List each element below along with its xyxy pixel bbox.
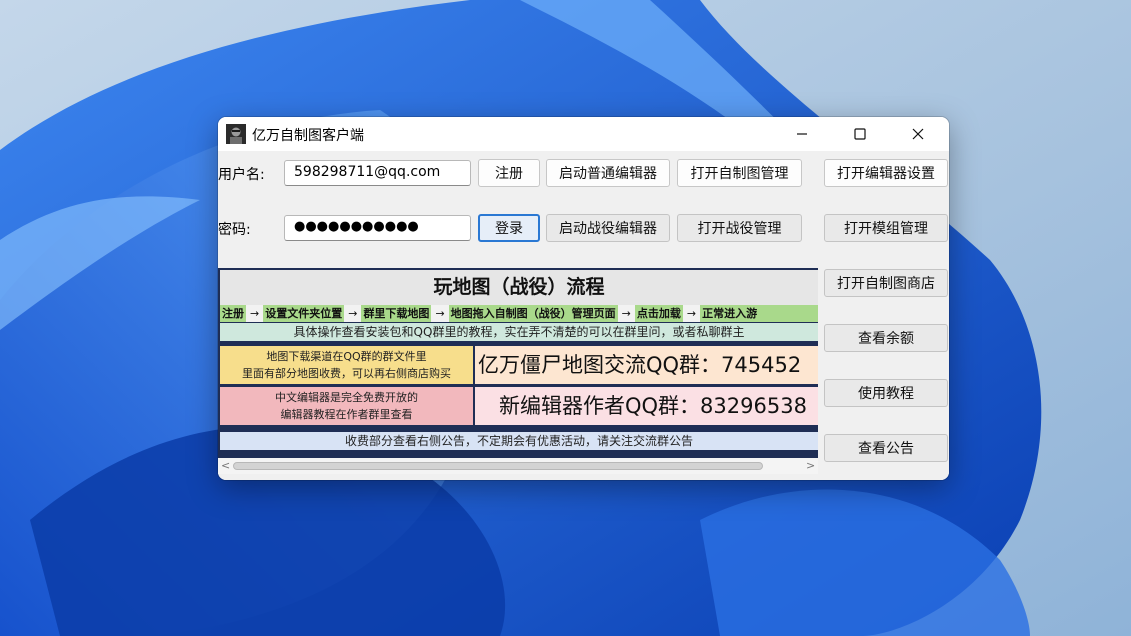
step-arrow: → [344, 305, 362, 322]
minimize-icon [797, 133, 807, 135]
scroll-right-icon[interactable]: > [806, 459, 815, 472]
password-label: 密码: [218, 222, 251, 238]
editor-note-line1: 中文编辑器是完全免费开放的 [275, 391, 418, 404]
download-note-line1: 地图下载渠道在QQ群的群文件里 [266, 350, 427, 363]
scrollbar-thumb[interactable] [233, 462, 763, 470]
close-icon [912, 128, 924, 140]
maximize-button[interactable] [837, 117, 883, 151]
banner-footer: 收费部分查看右侧公告，不定期会有优惠活动，请关注交流群公告 [220, 432, 818, 450]
step-arrow: → [617, 305, 635, 322]
minimize-button[interactable] [779, 117, 825, 151]
qq-group-map: 亿万僵尸地图交流QQ群：745452 [475, 346, 818, 384]
step-arrow: → [682, 305, 701, 322]
open-mod-manager-button[interactable]: 打开模组管理 [824, 214, 948, 242]
app-icon [226, 124, 246, 144]
qq-group-editor: 新编辑器作者QQ群：83296538 [475, 387, 818, 425]
password-input[interactable]: ●●●●●●●●●●● [284, 215, 471, 241]
step-4: 地图拖入自制图（战役）管理页面 [450, 307, 616, 320]
editor-note-line2: 编辑器教程在作者群里查看 [280, 408, 413, 421]
banner-help-text: 具体操作查看安装包和QQ群里的教程，实在弄不清楚的可以在群里问，或者私聊群主 [220, 323, 818, 341]
banner-steps: 注册 → 设置文件夹位置 → 群里下载地图 → 地图拖入自制图（战役）管理页面 → 点击加载 → 正… [220, 305, 818, 322]
step-6: 正常进入游 [702, 307, 758, 320]
editor-note: 中文编辑器是完全免费开放的 编辑器教程在作者群里查看 [220, 387, 473, 425]
app-window: 亿万自制图客户端 用户名: 598298711@qq.com 注册 启动普通编辑… [218, 117, 949, 480]
step-5: 点击加载 [636, 307, 681, 320]
open-editor-settings-button[interactable]: 打开编辑器设置 [824, 159, 948, 187]
step-arrow: → [431, 305, 449, 322]
login-button[interactable]: 登录 [478, 214, 540, 242]
step-1: 注册 [222, 307, 244, 320]
client-area: 用户名: 598298711@qq.com 注册 启动普通编辑器 打开自制图管理… [218, 151, 949, 480]
start-campaign-editor-button[interactable]: 启动战役编辑器 [546, 214, 670, 242]
open-campaign-manager-button[interactable]: 打开战役管理 [677, 214, 802, 242]
maximize-icon [854, 128, 866, 140]
username-label: 用户名: [218, 167, 265, 183]
step-3: 群里下载地图 [363, 307, 430, 320]
scroll-left-icon[interactable]: < [221, 459, 230, 472]
title-bar[interactable]: 亿万自制图客户端 [218, 117, 949, 151]
tutorial-button[interactable]: 使用教程 [824, 379, 948, 407]
banner-title: 玩地图（战役）流程 [220, 270, 818, 305]
announcements-button[interactable]: 查看公告 [824, 434, 948, 462]
username-input[interactable]: 598298711@qq.com [284, 160, 471, 186]
step-arrow: → [246, 305, 264, 322]
horizontal-scrollbar[interactable]: < > [218, 458, 818, 474]
info-banner: 玩地图（战役）流程 注册 → 设置文件夹位置 → 群里下载地图 → 地图拖入自制图（战役）管… [218, 268, 818, 458]
register-button[interactable]: 注册 [478, 159, 540, 187]
window-title: 亿万自制图客户端 [252, 128, 364, 144]
download-note-line2: 里面有部分地图收费，可以再右侧商店购买 [242, 367, 451, 380]
open-custom-map-manager-button[interactable]: 打开自制图管理 [677, 159, 802, 187]
download-note: 地图下载渠道在QQ群的群文件里 里面有部分地图收费，可以再右侧商店购买 [220, 346, 473, 384]
close-button[interactable] [895, 117, 941, 151]
step-2: 设置文件夹位置 [265, 307, 343, 320]
check-balance-button[interactable]: 查看余额 [824, 324, 948, 352]
start-normal-editor-button[interactable]: 启动普通编辑器 [546, 159, 670, 187]
open-custom-map-store-button[interactable]: 打开自制图商店 [824, 269, 948, 297]
